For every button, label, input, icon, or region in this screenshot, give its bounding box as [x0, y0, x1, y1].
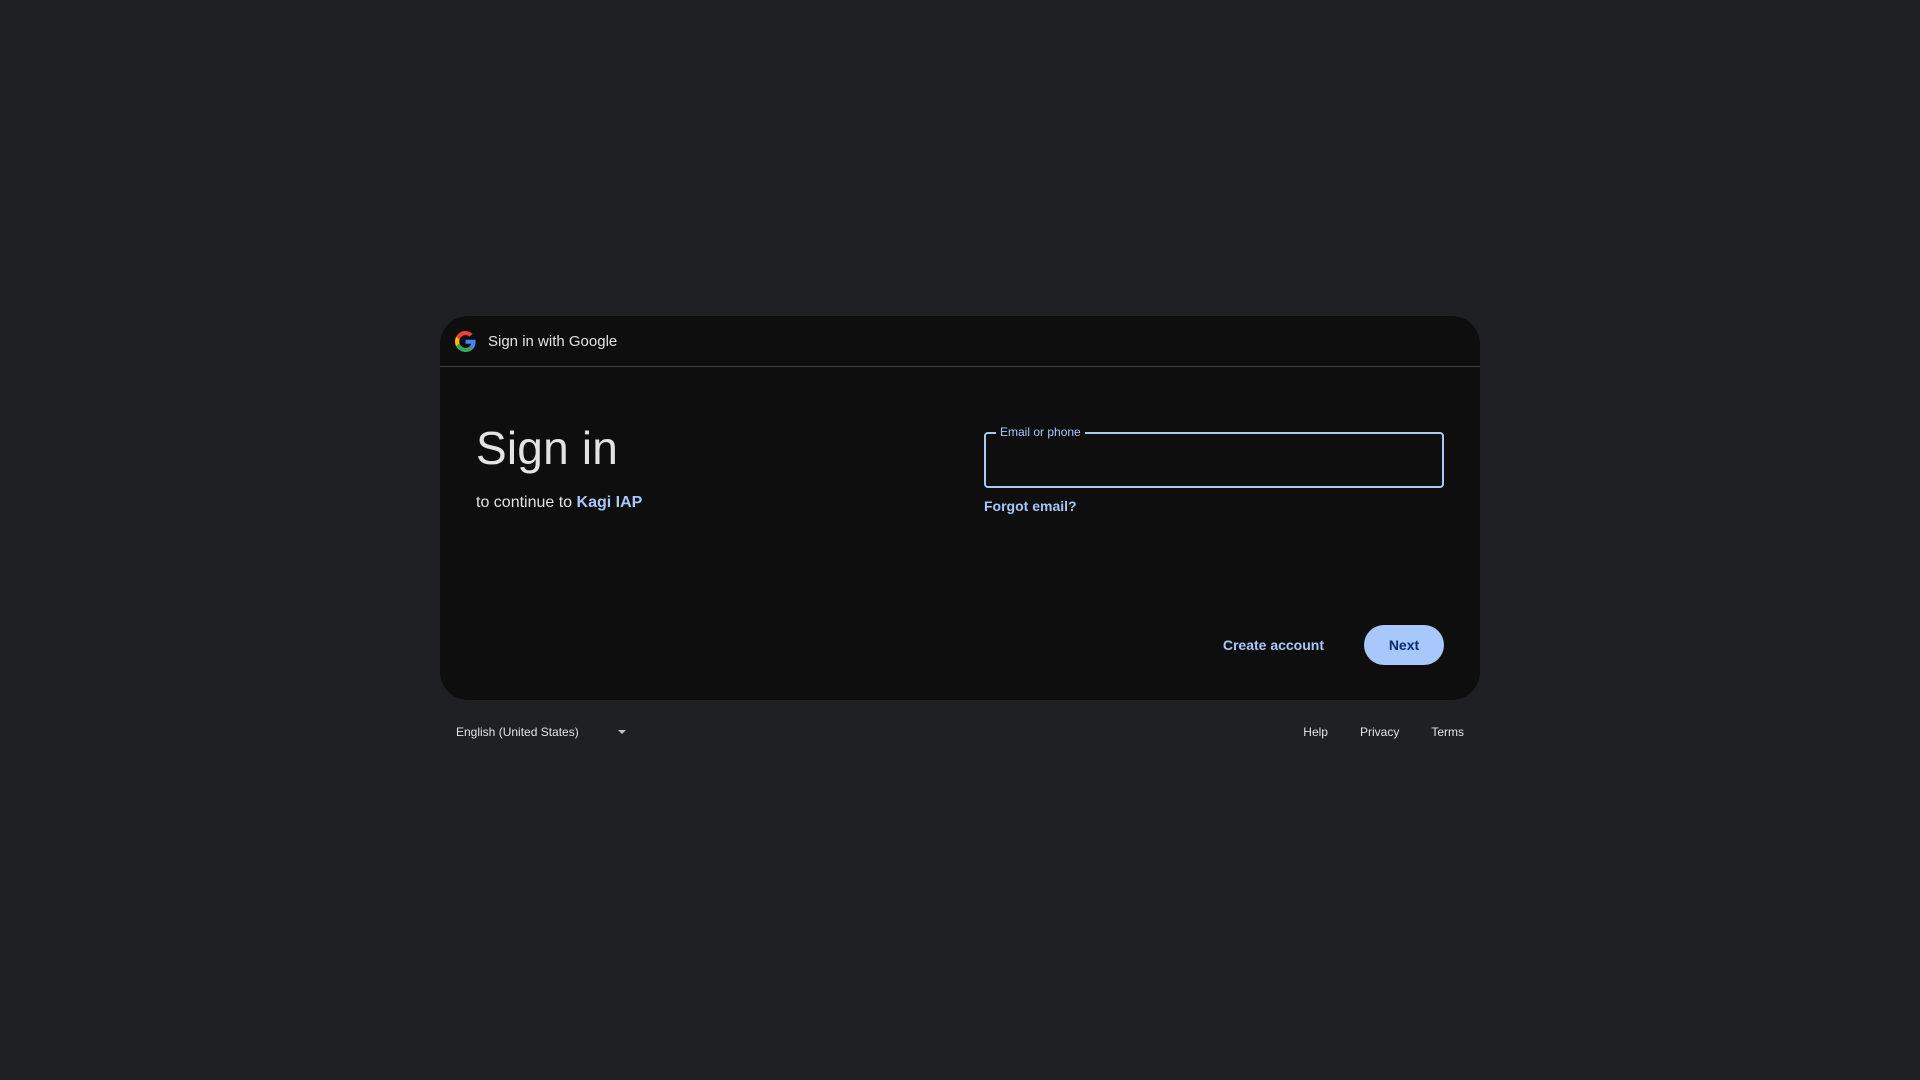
subtitle-prefix: to continue to — [476, 493, 577, 511]
card-body: Sign in to continue to Kagi IAP Email or… — [440, 367, 1480, 699]
language-select[interactable]: English (United States) — [440, 725, 626, 739]
next-button[interactable]: Next — [1364, 625, 1444, 665]
sign-in-card: Sign in with Google Sign in to continue … — [440, 316, 1480, 700]
language-label: English (United States) — [456, 725, 579, 739]
email-field[interactable] — [986, 434, 1442, 486]
terms-link[interactable]: Terms — [1431, 725, 1464, 739]
google-g-icon — [455, 330, 476, 352]
header-title: Sign in with Google — [488, 332, 618, 350]
page-title: Sign in — [476, 422, 619, 474]
page: Sign in with Google Sign in to continue … — [0, 0, 1920, 1080]
footer-links: Help Privacy Terms — [1271, 725, 1480, 739]
email-field-label: Email or phone — [996, 424, 1085, 440]
email-field-container: Email or phone — [984, 424, 1444, 488]
forgot-email-link[interactable]: Forgot email? — [984, 498, 1077, 514]
app-name-link[interactable]: Kagi IAP — [577, 494, 643, 511]
subtitle: to continue to Kagi IAP — [476, 494, 642, 512]
card-header: Sign in with Google — [440, 316, 1480, 367]
footer: English (United States) Help Privacy Ter… — [440, 716, 1480, 748]
privacy-link[interactable]: Privacy — [1360, 725, 1399, 739]
action-bar: Create account Next — [1207, 625, 1444, 665]
help-link[interactable]: Help — [1303, 725, 1328, 739]
create-account-button[interactable]: Create account — [1207, 625, 1340, 665]
left-column: Sign in to continue to Kagi IAP — [476, 423, 642, 512]
caret-down-icon — [618, 730, 626, 734]
